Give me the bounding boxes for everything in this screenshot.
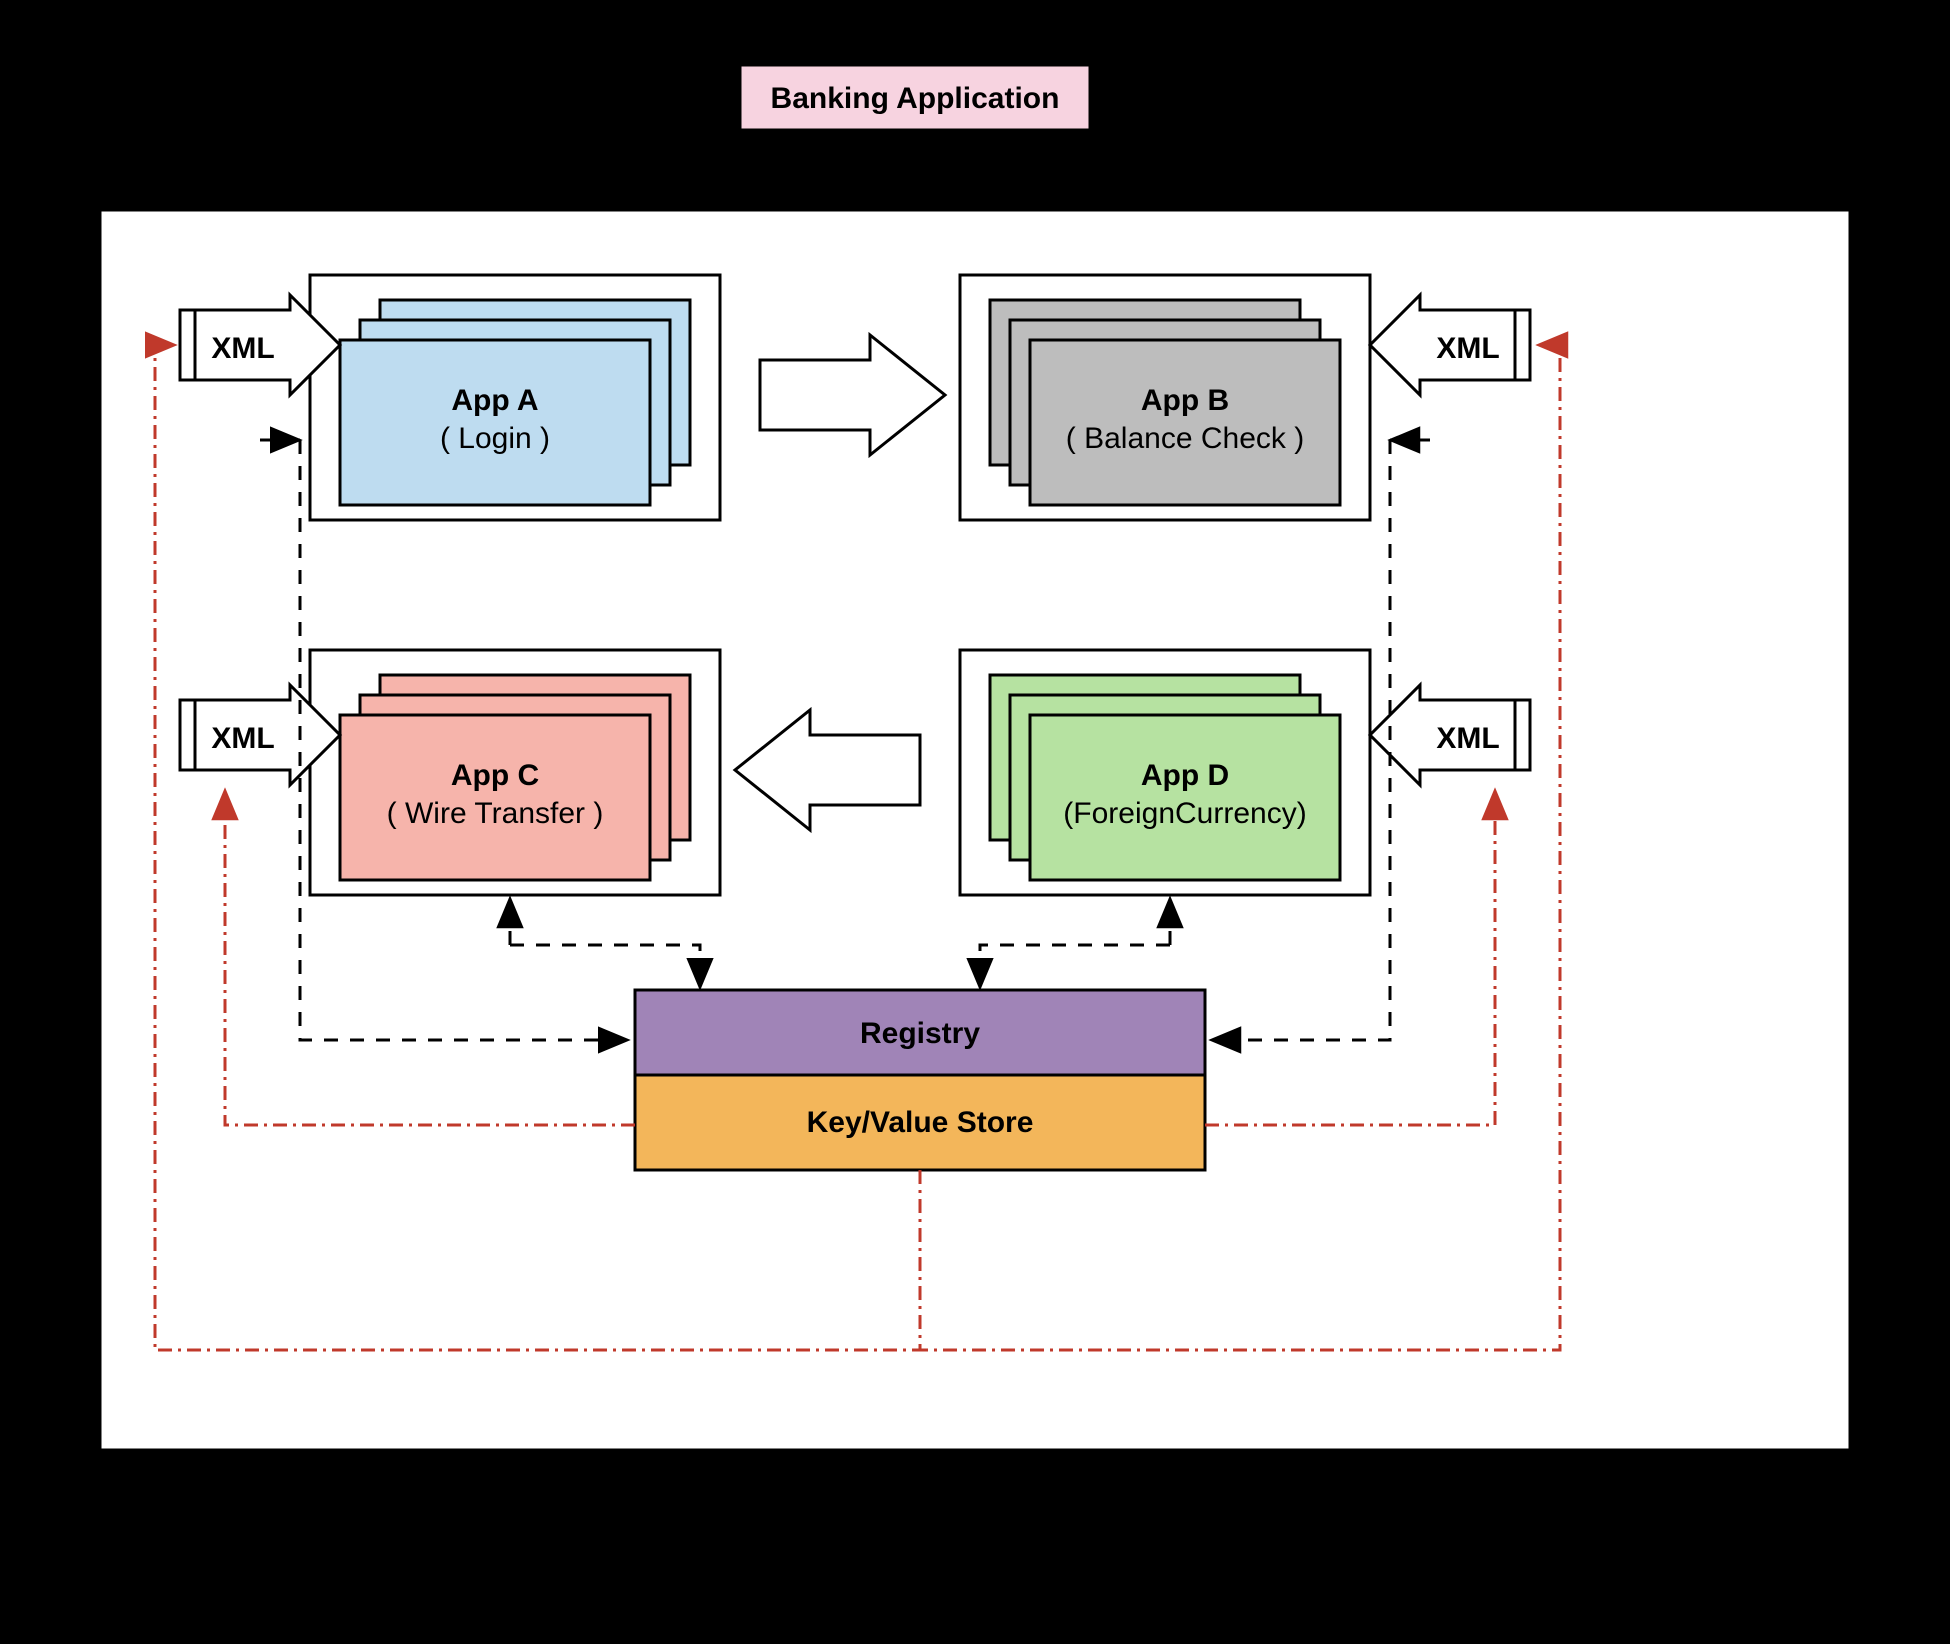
xml-a-label: XML [211, 332, 274, 365]
app-d-desc: (ForeignCurrency) [1063, 797, 1306, 830]
title-label: Banking Application [771, 82, 1060, 115]
xml-b-label: XML [1436, 332, 1499, 365]
kv-label: Key/Value Store [807, 1106, 1034, 1139]
app-a-name: App A [451, 384, 538, 417]
xml-d-label: XML [1436, 722, 1499, 755]
app-b-name: App B [1141, 384, 1229, 417]
registry-label: Registry [860, 1017, 980, 1050]
app-d-name: App D [1141, 759, 1229, 792]
app-c-desc: ( Wire Transfer ) [387, 797, 604, 830]
xml-c-label: XML [211, 722, 274, 755]
app-a-desc: ( Login ) [440, 422, 550, 455]
app-c-name: App C [451, 759, 539, 792]
app-b-desc: ( Balance Check ) [1066, 422, 1304, 455]
